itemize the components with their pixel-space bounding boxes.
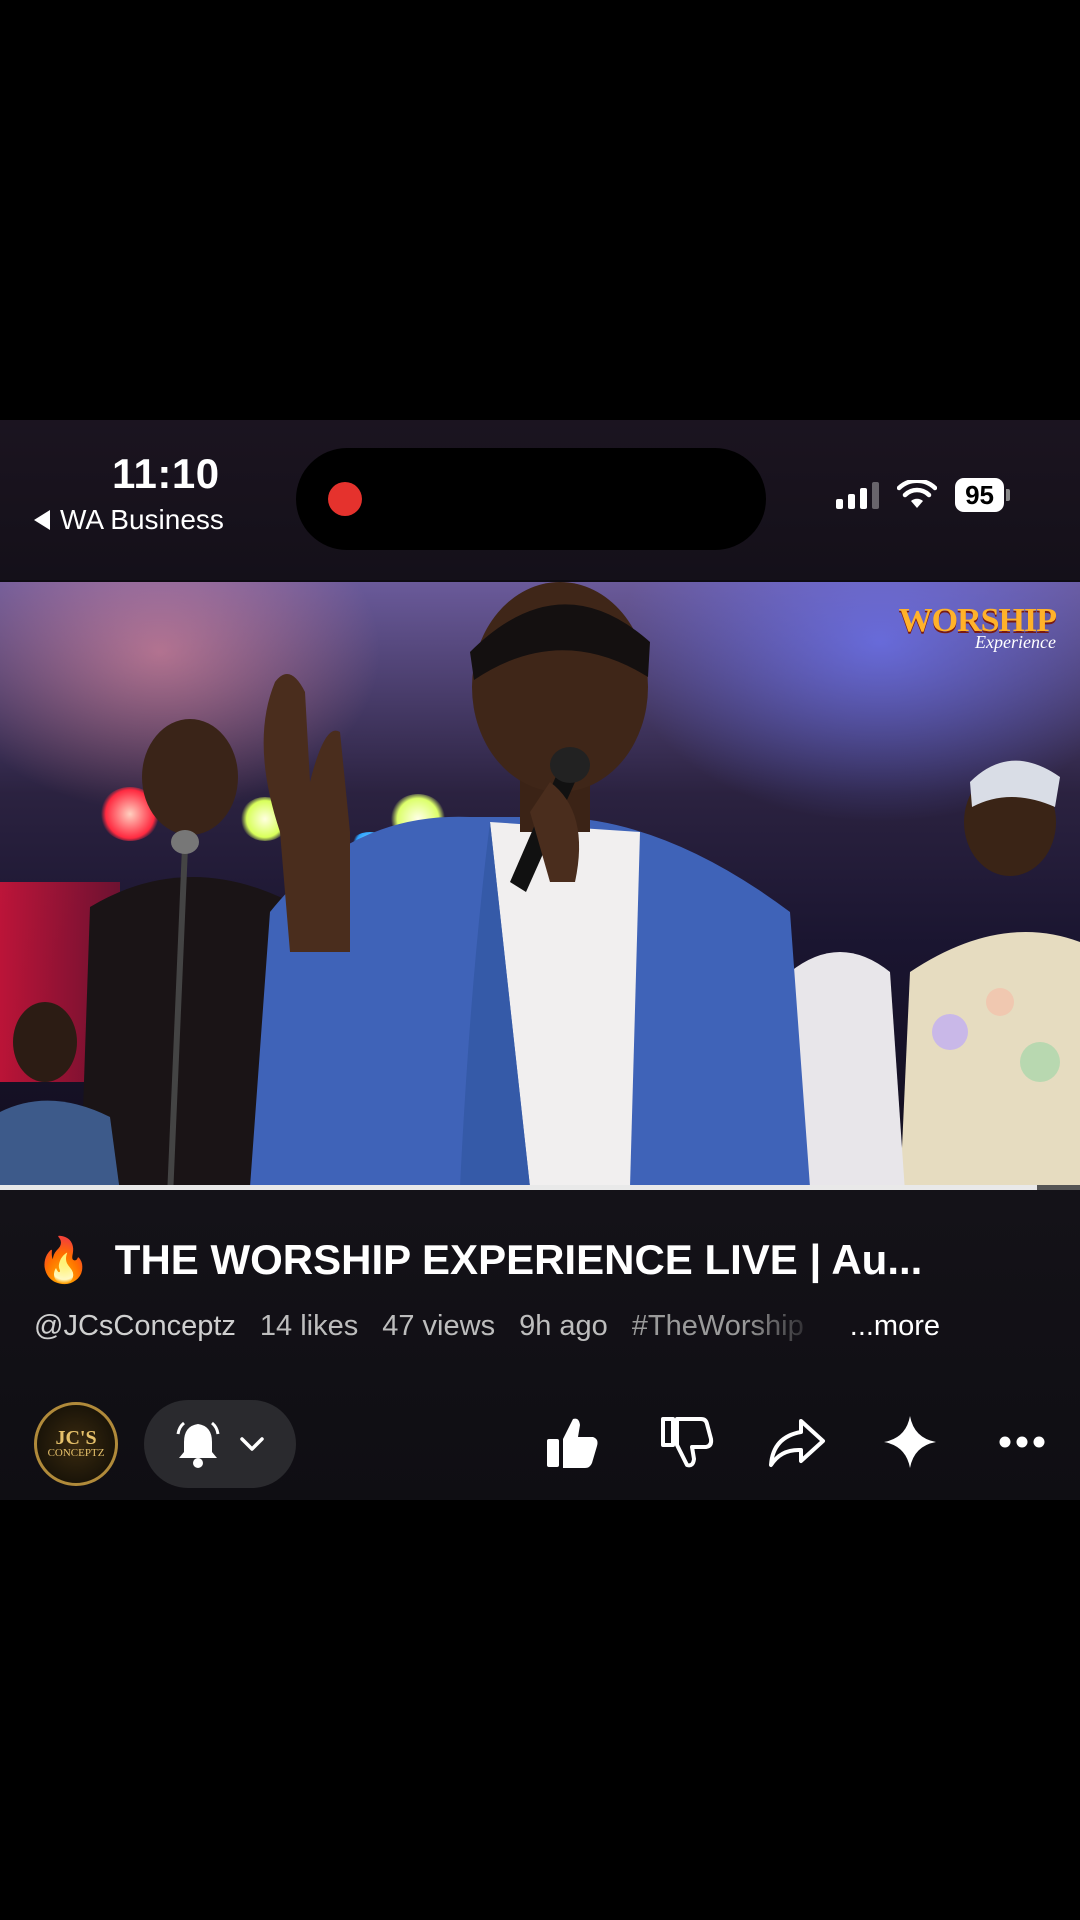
chevron-down-icon (240, 1437, 264, 1451)
like-icon (547, 1418, 598, 1468)
sparkle-icon (884, 1416, 936, 1468)
action-bar: JC'S CONCEPTZ (0, 1390, 1080, 1490)
ask-ai-button[interactable] (878, 1410, 942, 1474)
subscription-notifications-button[interactable] (144, 1400, 296, 1488)
fire-icon: 🔥 (36, 1236, 91, 1285)
back-app-label: WA Business (60, 504, 224, 535)
channel-avatar[interactable]: JC'S CONCEPTZ (34, 1402, 118, 1486)
battery-indicator: 95 (955, 478, 1010, 512)
dislike-button[interactable] (654, 1410, 718, 1474)
back-arrow-icon (34, 510, 50, 530)
more-icon (999, 1436, 1045, 1448)
app-screen: 11:10 WA Business 95 WORSHIP Experience … (0, 420, 1080, 1500)
video-player[interactable]: WORSHIP Experience (0, 582, 1080, 1187)
dynamic-island (296, 448, 766, 550)
view-count: 47 views (382, 1310, 496, 1342)
channel-watermark: WORSHIP Experience (898, 602, 1057, 652)
more-actions-button[interactable] (990, 1410, 1054, 1474)
hashtag-link[interactable]: #TheWorship (632, 1310, 822, 1343)
back-to-app-link[interactable]: WA Business (34, 504, 224, 536)
like-button[interactable] (540, 1410, 604, 1474)
status-bar: 11:10 WA Business 95 (0, 420, 1080, 580)
bell-icon (176, 1421, 220, 1468)
share-button[interactable] (765, 1410, 829, 1474)
more-description-link[interactable]: ...more (850, 1310, 940, 1343)
video-title-text: THE WORSHIP EXPERIENCE LIVE | Au... (114, 1236, 923, 1283)
video-meta[interactable]: @JCsConceptz 14 likes 47 views 9h ago #T… (34, 1310, 1044, 1343)
background-person-far-left (0, 1002, 120, 1187)
status-time: 11:10 (112, 450, 220, 497)
share-icon (769, 1419, 825, 1467)
status-icons: 95 (836, 478, 1010, 512)
dislike-icon (661, 1417, 714, 1468)
video-title[interactable]: 🔥 THE WORSHIP EXPERIENCE LIVE | Au... (36, 1234, 1046, 1286)
recording-indicator-icon (328, 482, 362, 516)
like-count: 14 likes (259, 1310, 359, 1342)
upload-age: 9h ago (519, 1310, 608, 1342)
background-singer-right (900, 760, 1080, 1187)
lead-singer (250, 582, 810, 1187)
wifi-icon (897, 480, 938, 508)
cellular-signal-icon (836, 481, 880, 509)
video-info-panel: 🔥 THE WORSHIP EXPERIENCE LIVE | Au... @J… (0, 1190, 1080, 1500)
channel-handle[interactable]: @JCsConceptz (34, 1310, 236, 1343)
battery-level: 95 (955, 478, 1004, 512)
